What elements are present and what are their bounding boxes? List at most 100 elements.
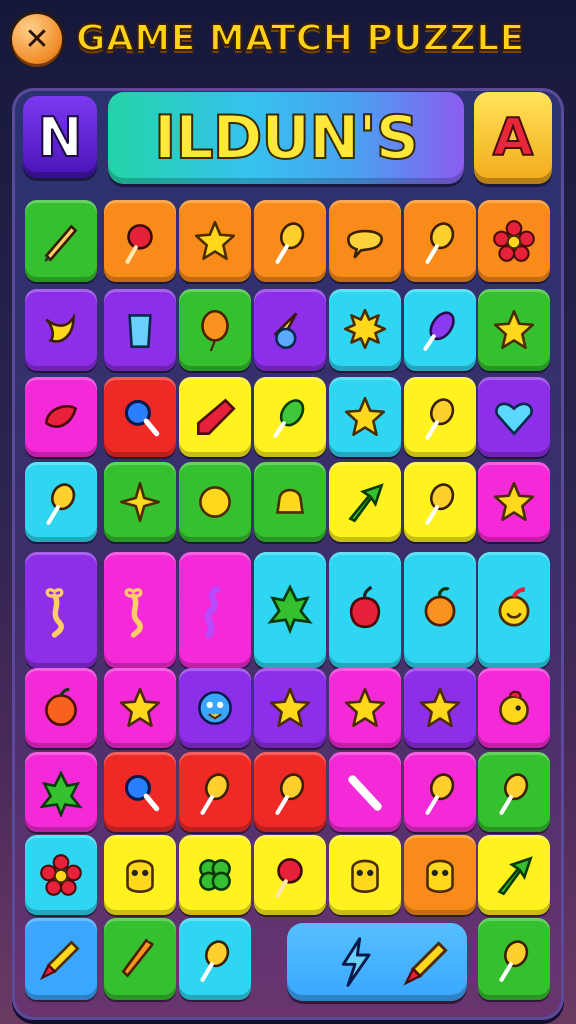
- game-tile[interactable]: [404, 462, 476, 542]
- game-tile[interactable]: [25, 200, 97, 282]
- flower-icon: [40, 854, 82, 896]
- game-tile[interactable]: [478, 377, 550, 457]
- banana-icon: [45, 312, 75, 343]
- game-tile[interactable]: [104, 462, 176, 542]
- game-tile[interactable]: [404, 289, 476, 371]
- game-tile[interactable]: [404, 552, 476, 668]
- game-tile[interactable]: [104, 668, 176, 748]
- game-tile[interactable]: [104, 289, 176, 371]
- game-tile[interactable]: [104, 752, 176, 832]
- lollipop-icon: [275, 222, 305, 264]
- bird-icon: [499, 690, 529, 725]
- leaf-icon: [267, 584, 313, 635]
- game-tile[interactable]: [404, 668, 476, 748]
- leaf-icon: [39, 770, 83, 817]
- heart-icon: [495, 402, 533, 436]
- game-tile[interactable]: [329, 835, 401, 915]
- candy-apple-icon: [275, 858, 303, 898]
- game-tile[interactable]: [104, 200, 176, 282]
- game-tile[interactable]: [329, 289, 401, 371]
- star-icon: [269, 687, 311, 728]
- game-tile[interactable]: [404, 377, 476, 457]
- game-tile[interactable]: [25, 462, 97, 542]
- sun-icon: [343, 308, 387, 350]
- bell-icon: [275, 488, 305, 514]
- lollipop-icon: [425, 483, 455, 525]
- game-tile[interactable]: [254, 462, 326, 542]
- game-tile[interactable]: [179, 668, 251, 748]
- game-tile[interactable]: [254, 752, 326, 832]
- glass-icon: [128, 314, 152, 348]
- game-tile[interactable]: [25, 377, 97, 457]
- game-tile[interactable]: [179, 552, 251, 668]
- tile-grid: [0, 0, 576, 1024]
- game-tile[interactable]: [179, 918, 251, 1000]
- game-tile[interactable]: [179, 289, 251, 371]
- game-tile[interactable]: [179, 200, 251, 282]
- game-tile[interactable]: [478, 835, 550, 915]
- game-tile[interactable]: [478, 289, 550, 371]
- rocket-icon: [403, 941, 448, 986]
- game-tile[interactable]: [104, 552, 176, 668]
- game-tile[interactable]: [104, 835, 176, 915]
- game-tile[interactable]: [179, 462, 251, 542]
- game-tile[interactable]: [179, 752, 251, 832]
- peach-icon: [45, 687, 77, 726]
- game-tile[interactable]: [478, 200, 550, 282]
- game-tile[interactable]: [254, 377, 326, 457]
- game-tile[interactable]: [254, 835, 326, 915]
- special-power-tile[interactable]: [287, 923, 467, 1001]
- game-tile[interactable]: [25, 835, 97, 915]
- berry-icon: [349, 585, 381, 629]
- game-tile[interactable]: [404, 752, 476, 832]
- lightning-icon: [341, 937, 371, 987]
- rope-icon: [204, 586, 221, 639]
- game-tile[interactable]: [404, 200, 476, 282]
- game-tile[interactable]: [478, 668, 550, 748]
- pickle-icon: [273, 399, 305, 438]
- game-tile[interactable]: [254, 668, 326, 748]
- game-tile[interactable]: [179, 377, 251, 457]
- game-tile[interactable]: [25, 552, 97, 668]
- game-tile[interactable]: [25, 752, 97, 832]
- critter-icon: [426, 859, 454, 893]
- coin-icon: [199, 486, 231, 518]
- game-tile[interactable]: [478, 462, 550, 542]
- game-tile[interactable]: [254, 552, 326, 668]
- eggplant-icon: [423, 311, 455, 351]
- bow-rope-icon: [124, 588, 143, 638]
- lollipop-icon: [425, 773, 455, 815]
- lollipop-icon: [425, 222, 455, 264]
- game-tile[interactable]: [179, 835, 251, 915]
- arrow-icon: [497, 856, 533, 896]
- game-tile[interactable]: [104, 918, 176, 1000]
- spark-icon: [119, 481, 161, 523]
- game-tile[interactable]: [404, 835, 476, 915]
- game-tile[interactable]: [25, 668, 97, 748]
- game-tile[interactable]: [25, 289, 97, 371]
- rocket-icon: [39, 940, 80, 981]
- star-icon: [493, 481, 535, 522]
- lollipop-icon: [200, 940, 230, 982]
- game-tile[interactable]: [329, 462, 401, 542]
- game-tile[interactable]: [329, 668, 401, 748]
- game-tile[interactable]: [478, 918, 550, 1000]
- game-tile[interactable]: [329, 377, 401, 457]
- game-tile[interactable]: [104, 377, 176, 457]
- game-tile[interactable]: [25, 918, 97, 1000]
- game-tile[interactable]: [329, 752, 401, 832]
- lollipop-icon: [275, 773, 305, 815]
- game-tile[interactable]: [329, 200, 401, 282]
- game-tile[interactable]: [254, 289, 326, 371]
- smiley-fruit-icon: [498, 587, 530, 627]
- candy-apple-icon: [125, 224, 153, 264]
- speech-bubble-icon: [347, 229, 383, 259]
- carrot-icon: [121, 936, 159, 978]
- game-tile[interactable]: [478, 752, 550, 832]
- game-tile[interactable]: [478, 552, 550, 668]
- critter-icon: [351, 859, 379, 893]
- clover-icon: [199, 859, 231, 891]
- balloon-icon: [201, 309, 229, 352]
- game-tile[interactable]: [254, 200, 326, 282]
- game-tile[interactable]: [329, 552, 401, 668]
